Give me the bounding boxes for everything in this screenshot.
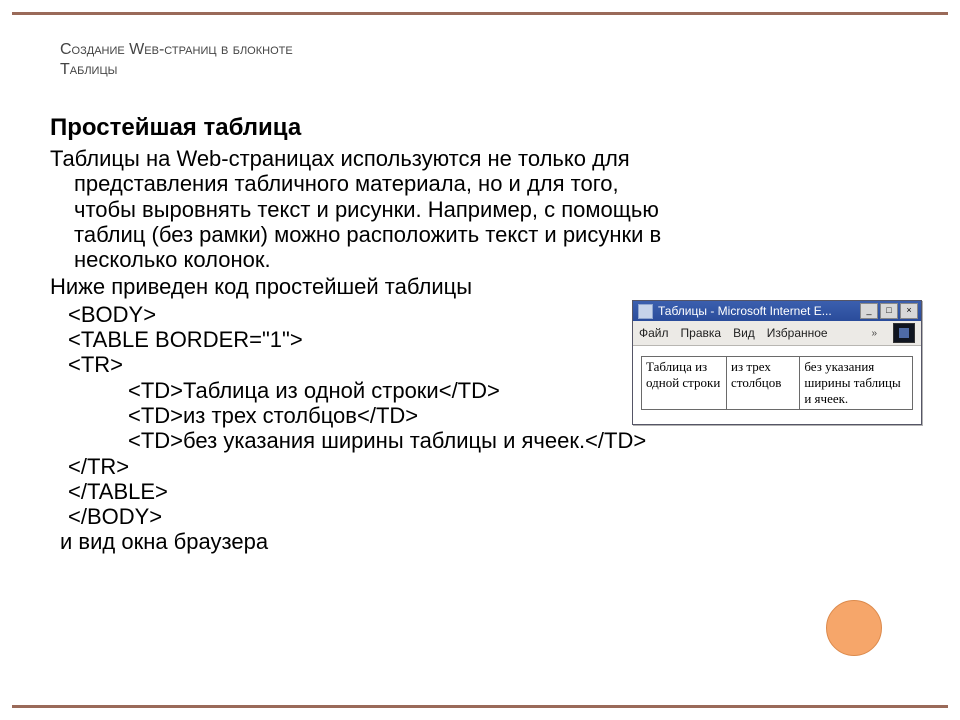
browser-window: Таблицы - Microsoft Internet E... _ □ × … bbox=[632, 300, 922, 425]
table-cell: из трех столбцов bbox=[727, 357, 800, 410]
closing-line: и вид окна браузера bbox=[60, 529, 910, 554]
table-cell: Таблица из одной строки bbox=[642, 357, 727, 410]
decorative-circle bbox=[826, 600, 882, 656]
code-line: </BODY> bbox=[68, 504, 910, 529]
maximize-button[interactable]: □ bbox=[880, 303, 898, 319]
pretitle: Создание Web-страниц в блокноте Таблицы bbox=[60, 40, 910, 80]
code-line: </TR> bbox=[68, 454, 910, 479]
ie-icon bbox=[638, 304, 653, 319]
paragraph: Таблицы на Web-страницах используются не… bbox=[50, 146, 910, 272]
slide-border-top bbox=[12, 12, 948, 15]
close-button[interactable]: × bbox=[900, 303, 918, 319]
code-line: </TABLE> bbox=[68, 479, 910, 504]
pretitle-line1: Создание Web-страниц в блокноте bbox=[60, 40, 910, 60]
table-cell: без указания ширины таблицы и ячеек. bbox=[800, 357, 913, 410]
slide-border-bottom bbox=[12, 705, 948, 708]
browser-client-area: Таблица из одной строки из трех столбцов… bbox=[633, 346, 921, 424]
window-title: Таблицы - Microsoft Internet E... bbox=[658, 304, 855, 318]
menu-file[interactable]: Файл bbox=[639, 326, 669, 340]
browser-menubar: Файл Правка Вид Избранное » bbox=[633, 321, 921, 346]
menu-favorites[interactable]: Избранное bbox=[767, 326, 828, 340]
lead2: Ниже приведен код простейшей таблицы bbox=[50, 274, 910, 299]
paragraph-line: таблиц (без рамки) можно расположить тек… bbox=[50, 222, 910, 247]
menu-overflow[interactable]: » bbox=[871, 328, 877, 339]
ie-throbber-icon bbox=[893, 323, 915, 343]
paragraph-line: представления табличного материала, но и… bbox=[50, 171, 910, 196]
table-row: Таблица из одной строки из трех столбцов… bbox=[642, 357, 913, 410]
example-table: Таблица из одной строки из трех столбцов… bbox=[641, 356, 913, 410]
minimize-button[interactable]: _ bbox=[860, 303, 878, 319]
window-buttons: _ □ × bbox=[860, 303, 918, 319]
pretitle-line2: Таблицы bbox=[60, 60, 910, 80]
menu-edit[interactable]: Правка bbox=[681, 326, 722, 340]
browser-titlebar: Таблицы - Microsoft Internet E... _ □ × bbox=[633, 301, 921, 321]
paragraph-line: Таблицы на Web-страницах используются не… bbox=[50, 146, 910, 171]
heading: Простейшая таблица bbox=[50, 114, 910, 142]
menu-view[interactable]: Вид bbox=[733, 326, 755, 340]
code-line: <TD>без указания ширины таблицы и ячеек.… bbox=[68, 428, 910, 453]
paragraph-line: несколько колонок. bbox=[50, 247, 910, 272]
paragraph-line: чтобы выровнять текст и рисунки. Наприме… bbox=[50, 197, 910, 222]
